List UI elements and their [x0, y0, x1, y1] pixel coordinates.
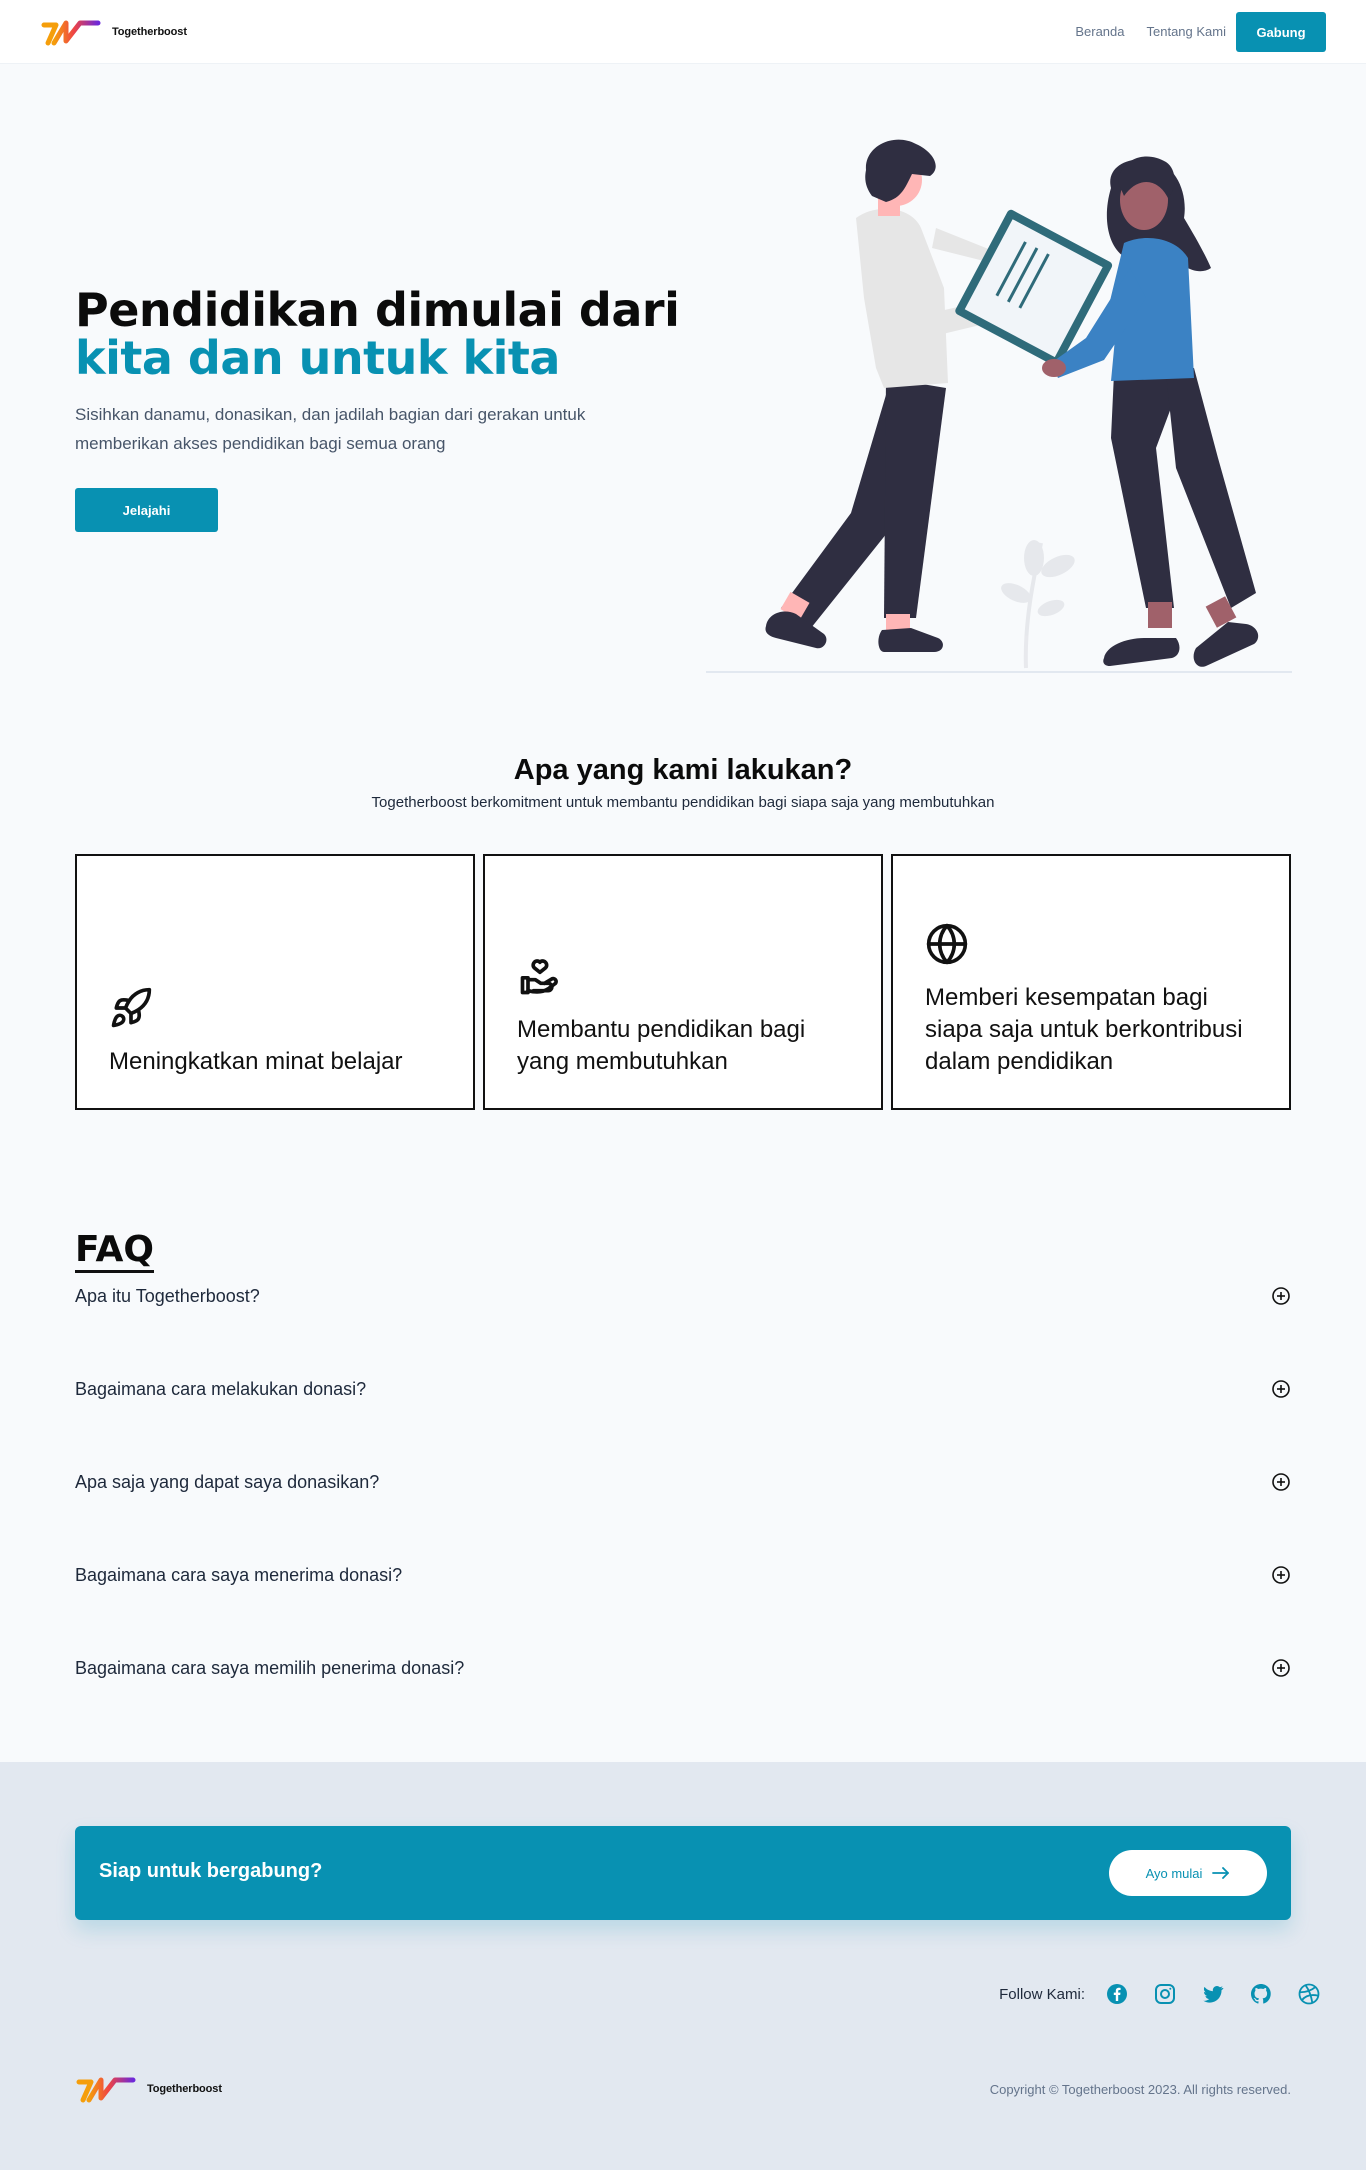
- faq-item[interactable]: Bagaimana cara saya menerima donasi?: [75, 1559, 1291, 1591]
- faq-question: Apa itu Togetherboost?: [75, 1285, 260, 1306]
- facebook-icon[interactable]: [1105, 1982, 1129, 2006]
- hero-title-line1: Pendidikan dimulai dari: [75, 283, 680, 337]
- nav-links: Beranda Tentang Kami: [1075, 24, 1226, 39]
- feature-card-text: Meningkatkan minat belajar: [109, 1048, 403, 1075]
- hero-illustration: [706, 139, 1292, 673]
- feature-card-text: Memberi kesempatan bagi siapa saja untuk…: [925, 984, 1243, 1075]
- plus-circle-icon[interactable]: [1271, 1286, 1291, 1306]
- hero-title-line2: kita dan untuk kita: [75, 331, 560, 385]
- hand-heart-icon: [520, 959, 558, 995]
- feature-card-3: Memberi kesempatan bagi siapa saja untuk…: [891, 854, 1291, 1110]
- hero-subtitle: Sisihkan danamu, donasikan, dan jadilah …: [75, 405, 586, 453]
- faq-question: Bagaimana cara melakukan donasi?: [75, 1378, 367, 1399]
- social-follow: Follow Kami:: [999, 1982, 1321, 2006]
- section-subtitle: Togetherboost berkomitment untuk membant…: [371, 794, 995, 811]
- footer-brand[interactable]: Togetherboost: [75, 2072, 222, 2106]
- jelajahi-button[interactable]: Jelajahi: [75, 488, 218, 532]
- faq-question: Bagaimana cara saya memilih penerima don…: [75, 1657, 465, 1678]
- gabung-button[interactable]: Gabung: [1236, 12, 1326, 52]
- ayo-mulai-label: Ayo mulai: [1145, 1865, 1203, 1881]
- brand[interactable]: Togetherboost: [40, 15, 187, 49]
- faq-item[interactable]: Apa itu Togetherboost?: [75, 1280, 1291, 1312]
- faq-item[interactable]: Bagaimana cara melakukan donasi?: [75, 1373, 1291, 1405]
- man-figure: [765, 139, 1015, 652]
- plus-circle-icon[interactable]: [1271, 1379, 1291, 1399]
- top-navbar: Togetherboost Beranda Tentang Kami Gabun…: [0, 0, 1366, 64]
- brand-name: Togetherboost: [112, 26, 187, 38]
- plus-circle-icon[interactable]: [1271, 1565, 1291, 1585]
- plus-circle-icon[interactable]: [1271, 1658, 1291, 1678]
- feature-card-1: Meningkatkan minat belajar: [75, 854, 475, 1110]
- footer: [0, 1762, 1366, 2170]
- plus-circle-icon[interactable]: [1271, 1472, 1291, 1492]
- github-icon[interactable]: [1249, 1982, 1273, 2006]
- arrow-right-icon: [1212, 1867, 1230, 1879]
- faq-question: Bagaimana cara saya menerima donasi?: [75, 1564, 403, 1585]
- togetherboost-logo-icon: [41, 20, 101, 46]
- faq-item[interactable]: Bagaimana cara saya memilih penerima don…: [75, 1652, 1291, 1684]
- feature-card-2: Membantu pendidikan bagi yang membutuhka…: [483, 854, 883, 1110]
- instagram-icon[interactable]: [1153, 1982, 1177, 2006]
- hero-title: Pendidikan dimulai dari kita dan untuk k…: [75, 283, 680, 385]
- faq-question: Apa saja yang dapat saya donasikan?: [75, 1471, 380, 1492]
- cta-text: Siap untuk bergabung?: [99, 1860, 323, 1882]
- feature-card-text: Membantu pendidikan bagi yang membutuhka…: [517, 1016, 806, 1075]
- follow-label: Follow Kami:: [999, 1985, 1085, 2003]
- dribbble-icon[interactable]: [1297, 1982, 1321, 2006]
- rocket-icon: [111, 987, 152, 1028]
- faq-title: FAQ: [75, 1230, 154, 1273]
- twitter-icon[interactable]: [1201, 1982, 1225, 2006]
- cta-banner: Siap untuk bergabung? Ayo mulai: [75, 1826, 1291, 1920]
- nav-link-tentang-kami[interactable]: Tentang Kami: [1147, 24, 1227, 39]
- globe-icon: [926, 923, 968, 965]
- ayo-mulai-button[interactable]: Ayo mulai: [1109, 1850, 1267, 1896]
- woman-figure: [1042, 156, 1259, 667]
- nav-link-beranda[interactable]: Beranda: [1075, 24, 1124, 39]
- faq-item[interactable]: Apa saja yang dapat saya donasikan?: [75, 1466, 1291, 1498]
- section-title: Apa yang kami lakukan?: [513, 754, 853, 786]
- footer-brand-name: Togetherboost: [147, 2083, 222, 2095]
- togetherboost-logo-icon: [76, 2077, 136, 2103]
- copyright-text: Copyright © Togetherboost 2023. All righ…: [989, 2082, 1291, 2097]
